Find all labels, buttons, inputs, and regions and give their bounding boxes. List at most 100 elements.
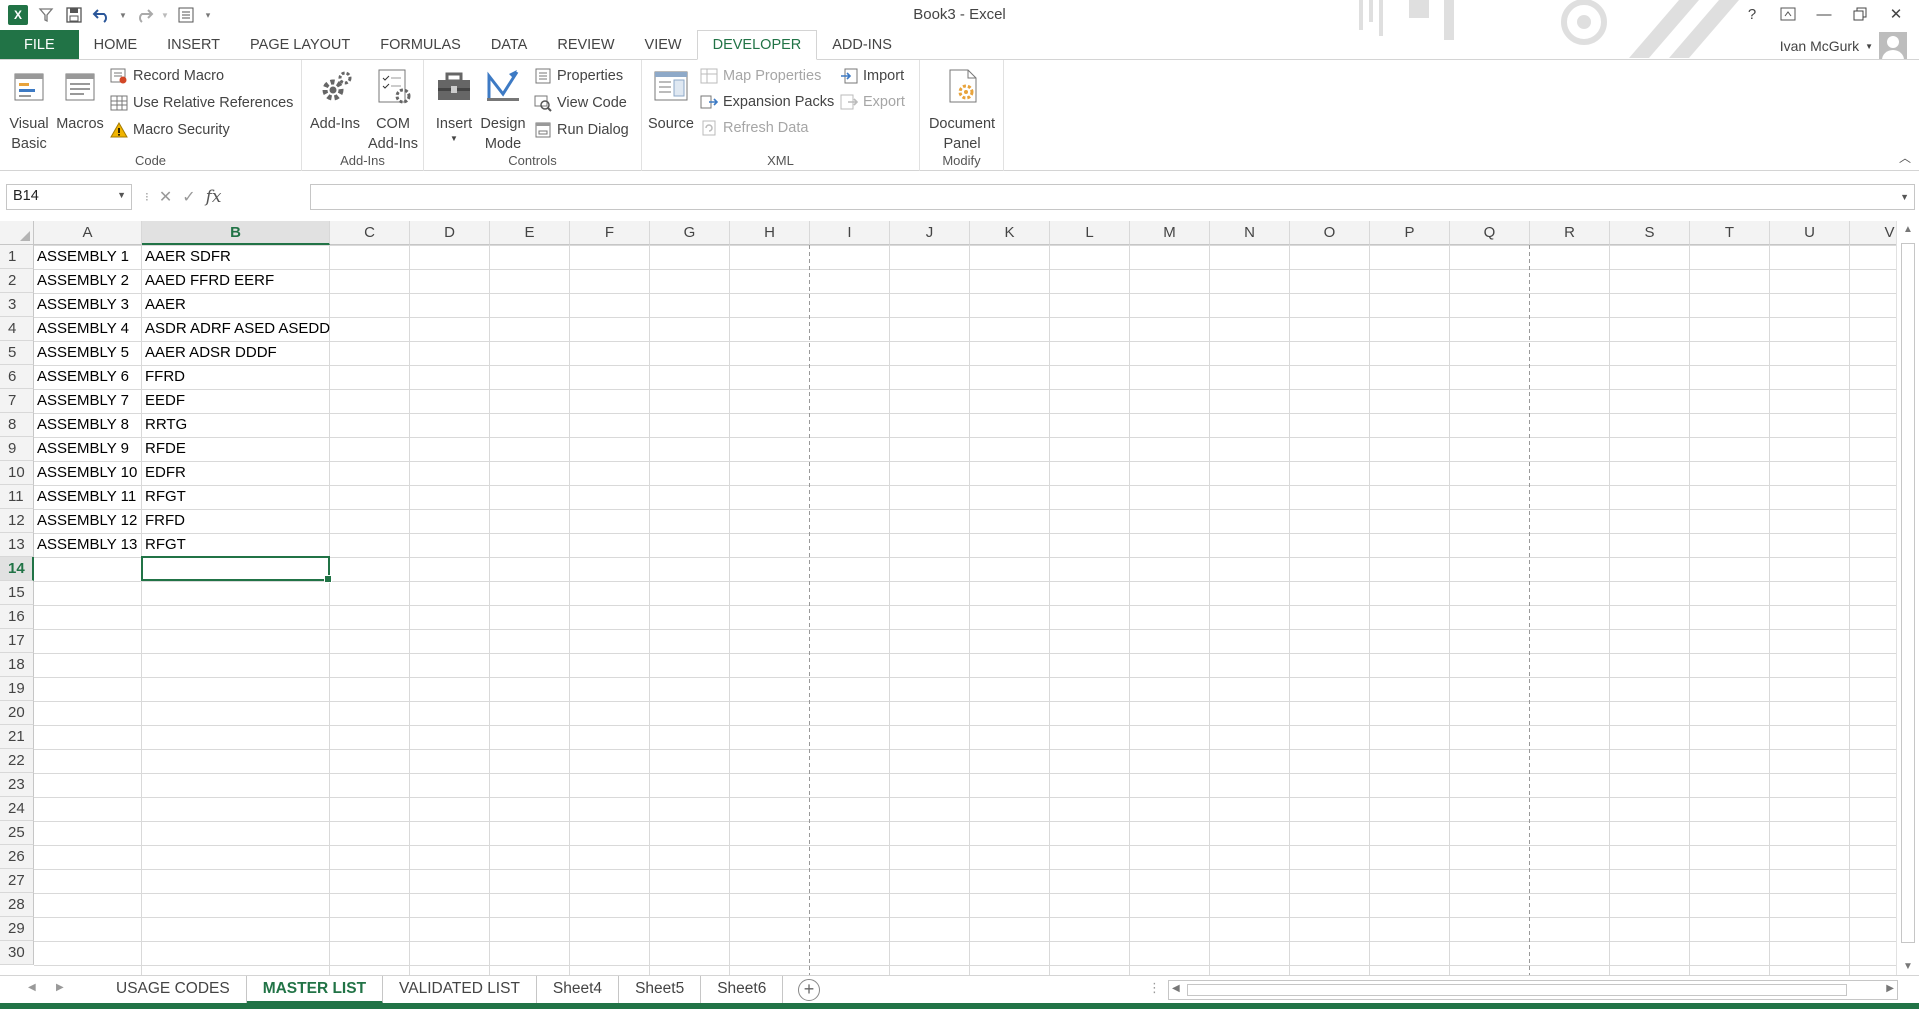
scroll-up-icon[interactable]: ▲ — [1903, 224, 1913, 235]
tab-file[interactable]: FILE — [0, 30, 79, 60]
tab-view[interactable]: VIEW — [630, 30, 697, 60]
tab-review[interactable]: REVIEW — [542, 30, 629, 60]
com-add-ins-button[interactable]: COM Add-Ins — [365, 66, 421, 154]
row-header[interactable]: 12 — [0, 509, 34, 533]
help-icon[interactable]: ? — [1737, 2, 1767, 26]
user-account[interactable]: Ivan McGurk ▼ — [1780, 32, 1907, 60]
column-header[interactable]: T — [1690, 221, 1770, 245]
column-header[interactable]: F — [570, 221, 650, 245]
enter-icon[interactable]: ✓ — [182, 187, 195, 207]
cell-A3[interactable]: ASSEMBLY 3 — [34, 293, 129, 317]
record-macro-button[interactable]: Record Macro — [110, 64, 224, 88]
row-header[interactable]: 17 — [0, 629, 34, 653]
cell-A1[interactable]: ASSEMBLY 1 — [34, 245, 129, 269]
sheet-tab-sheet5[interactable]: Sheet5 — [619, 976, 702, 1004]
expand-formula-bar-icon[interactable]: ▼ — [1900, 192, 1909, 202]
row-header[interactable]: 24 — [0, 797, 34, 821]
import-button[interactable]: Import — [840, 64, 904, 88]
cell-B7[interactable]: EEDF — [142, 389, 185, 413]
column-header[interactable]: K — [970, 221, 1050, 245]
row-header[interactable]: 15 — [0, 581, 34, 605]
tab-home[interactable]: HOME — [79, 30, 153, 60]
vertical-scroll-thumb[interactable] — [1901, 243, 1915, 943]
column-header[interactable]: P — [1370, 221, 1450, 245]
row-header[interactable]: 19 — [0, 677, 34, 701]
tab-data[interactable]: DATA — [476, 30, 543, 60]
column-header[interactable]: C — [330, 221, 410, 245]
cell-A8[interactable]: ASSEMBLY 8 — [34, 413, 129, 437]
sheet-tab-sheet4[interactable]: Sheet4 — [537, 976, 620, 1004]
row-header[interactable]: 4 — [0, 317, 34, 341]
cell-B1[interactable]: AAER SDFR — [142, 245, 231, 269]
next-sheet-icon[interactable]: ▶ — [56, 982, 64, 993]
expansion-packs-button[interactable]: Expansion Packs — [700, 90, 834, 114]
sheet-tab-master-list[interactable]: MASTER LIST — [246, 976, 384, 1004]
cell-B9[interactable]: RFDE — [142, 437, 186, 461]
row-header[interactable]: 11 — [0, 485, 34, 509]
use-relative-references-button[interactable]: Use Relative References — [110, 91, 293, 115]
refresh-data-button[interactable]: Refresh Data — [700, 116, 808, 140]
ribbon-display-options-icon[interactable] — [1773, 2, 1803, 26]
cell-A12[interactable]: ASSEMBLY 12 — [34, 509, 137, 533]
row-header[interactable]: 23 — [0, 773, 34, 797]
active-cell-selection[interactable] — [141, 556, 332, 583]
row-header[interactable]: 3 — [0, 293, 34, 317]
column-header[interactable]: A — [34, 221, 142, 245]
restore-icon[interactable] — [1845, 2, 1875, 26]
macros-button[interactable]: Macros — [54, 66, 106, 134]
tab-splitter-icon[interactable]: ⋮ — [1148, 980, 1161, 996]
insert-control-button[interactable]: Insert ▼ — [432, 66, 476, 144]
row-header[interactable]: 29 — [0, 917, 34, 941]
column-header[interactable]: O — [1290, 221, 1370, 245]
cell-A13[interactable]: ASSEMBLY 13 — [34, 533, 137, 557]
scroll-right-icon[interactable]: ▶ — [1886, 983, 1894, 994]
row-header[interactable]: 22 — [0, 749, 34, 773]
row-header[interactable]: 26 — [0, 845, 34, 869]
map-properties-button[interactable]: Map Properties — [700, 64, 821, 88]
row-header[interactable]: 7 — [0, 389, 34, 413]
new-sheet-icon[interactable]: + — [798, 979, 820, 1001]
cell-A4[interactable]: ASSEMBLY 4 — [34, 317, 129, 341]
cell-B3[interactable]: AAER — [142, 293, 186, 317]
row-header[interactable]: 10 — [0, 461, 34, 485]
insert-function-icon[interactable]: fx — [206, 187, 222, 207]
worksheet-grid[interactable]: A B C D E F G H I J K L M N O P Q R S T U V 1 2 3 4 5 6 7 8 9 10 11 12 13 1… — [0, 221, 1896, 975]
column-header[interactable]: Q — [1450, 221, 1530, 245]
row-header[interactable]: 1 — [0, 245, 34, 269]
row-header[interactable]: 20 — [0, 701, 34, 725]
cancel-icon[interactable]: ✕ — [159, 187, 172, 207]
cell-B4[interactable]: ASDR ADRF ASED ASEDD — [142, 317, 330, 341]
row-header[interactable]: 30 — [0, 941, 34, 965]
tab-page-layout[interactable]: PAGE LAYOUT — [235, 30, 365, 60]
row-header[interactable]: 16 — [0, 605, 34, 629]
column-header[interactable]: E — [490, 221, 570, 245]
cell-A9[interactable]: ASSEMBLY 9 — [34, 437, 129, 461]
row-header[interactable]: 8 — [0, 413, 34, 437]
column-header[interactable]: U — [1770, 221, 1850, 245]
horizontal-scroll-thumb[interactable] — [1187, 984, 1847, 996]
column-header[interactable]: D — [410, 221, 490, 245]
name-box-dropdown-icon[interactable]: ▼ — [117, 190, 126, 200]
row-header[interactable]: 6 — [0, 365, 34, 389]
macro-security-button[interactable]: Macro Security — [110, 118, 230, 142]
column-header[interactable]: L — [1050, 221, 1130, 245]
cell-B6[interactable]: FFRD — [142, 365, 185, 389]
cell-A6[interactable]: ASSEMBLY 6 — [34, 365, 129, 389]
cell-B10[interactable]: EDFR — [142, 461, 186, 485]
run-dialog-button[interactable]: Run Dialog — [534, 118, 629, 142]
column-header[interactable]: G — [650, 221, 730, 245]
minimize-icon[interactable]: — — [1809, 2, 1839, 26]
row-header[interactable]: 5 — [0, 341, 34, 365]
scroll-down-icon[interactable]: ▼ — [1903, 961, 1913, 972]
vertical-scrollbar[interactable]: ▲ ▼ — [1896, 221, 1919, 975]
scroll-left-icon[interactable]: ◀ — [1172, 983, 1180, 994]
cell-B8[interactable]: RRTG — [142, 413, 187, 437]
column-header[interactable]: R — [1530, 221, 1610, 245]
row-header[interactable]: 28 — [0, 893, 34, 917]
visual-basic-button[interactable]: Visual Basic — [6, 66, 52, 154]
column-header[interactable]: V — [1850, 221, 1896, 245]
cell-A5[interactable]: ASSEMBLY 5 — [34, 341, 129, 365]
sheet-tab-usage-codes[interactable]: USAGE CODES — [100, 976, 247, 1004]
cell-A10[interactable]: ASSEMBLY 10 — [34, 461, 137, 485]
tab-insert[interactable]: INSERT — [152, 30, 235, 60]
